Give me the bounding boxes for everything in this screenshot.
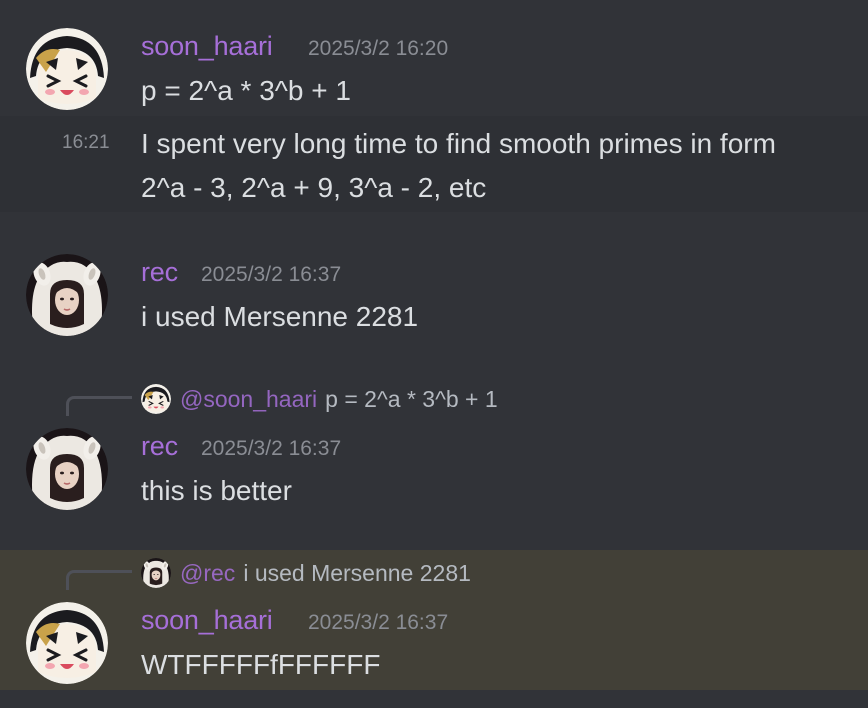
message-timestamp: 2025/3/2 16:37 (201, 263, 342, 286)
reply-connector (66, 570, 132, 590)
avatar-rec[interactable] (26, 254, 108, 336)
reply-mention[interactable]: @rec (180, 560, 235, 587)
reply-avatar (141, 384, 171, 414)
chat-view: soon_haari 2025/3/2 16:20 p = 2^a * 3^b … (0, 0, 868, 708)
person-avatar-icon (26, 254, 108, 336)
reply-preview[interactable]: @rec i used Mersenne 2281 (141, 556, 471, 590)
message-text: WTFFFFFfFFFFFF (141, 649, 381, 680)
avatar-rec[interactable] (26, 428, 108, 510)
message-continuation[interactable]: 16:21 I spent very long time to find smo… (0, 116, 868, 212)
message-group[interactable]: rec 2025/3/2 16:37 i used Mersenne 2281 (0, 246, 868, 346)
username[interactable]: soon_haari (141, 31, 273, 62)
message-text-line-2: 2^a - 3, 2^a + 9, 3^a - 2, etc (141, 172, 487, 203)
username[interactable]: rec (141, 431, 178, 462)
avatar-soon-haari[interactable] (26, 602, 108, 684)
message-text: i used Mersenne 2281 (141, 301, 419, 332)
anime-avatar-icon (26, 602, 108, 684)
username[interactable]: soon_haari (141, 605, 273, 636)
reply-preview[interactable]: @soon_haari p = 2^a * 3^b + 1 (141, 382, 498, 416)
person-avatar-icon (26, 428, 108, 510)
reply-text[interactable]: p = 2^a * 3^b + 1 (325, 386, 498, 413)
anime-avatar-icon (26, 28, 108, 110)
message-text: p = 2^a * 3^b + 1 (141, 75, 351, 106)
avatar-soon-haari[interactable] (26, 28, 108, 110)
reply-avatar (141, 558, 171, 588)
message-timestamp: 2025/3/2 16:37 (201, 437, 342, 460)
person-avatar-icon (141, 558, 171, 588)
message-timestamp: 2025/3/2 16:20 (308, 37, 449, 60)
reply-text[interactable]: i used Mersenne 2281 (243, 560, 471, 587)
anime-avatar-icon (141, 384, 171, 414)
reply-message-group[interactable]: @soon_haari p = 2^a * 3^b + 1 rec 2025/3… (0, 374, 868, 530)
message-group[interactable]: soon_haari 2025/3/2 16:20 p = 2^a * 3^b … (0, 0, 868, 116)
message-text-line-1: I spent very long time to find smooth pr… (141, 128, 776, 159)
message-text: this is better (141, 475, 292, 506)
reply-mention[interactable]: @soon_haari (180, 386, 317, 413)
side-timestamp: 16:21 (62, 132, 110, 153)
reply-connector (66, 396, 132, 416)
username[interactable]: rec (141, 257, 178, 288)
message-timestamp: 2025/3/2 16:37 (308, 611, 449, 634)
reply-message-group-highlighted[interactable]: @rec i used Mersenne 2281 soon_haari 202… (0, 550, 868, 690)
